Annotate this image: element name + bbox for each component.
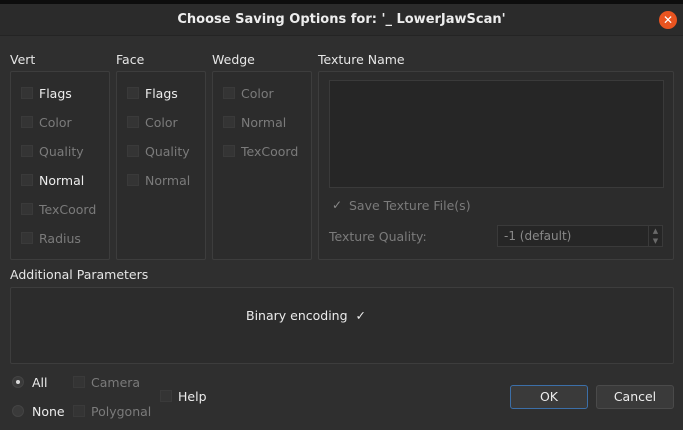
wedge-normal-checkbox: Normal (223, 113, 286, 131)
spin-down-icon: ▼ (652, 237, 659, 245)
cancel-button[interactable]: Cancel (596, 385, 674, 409)
close-button[interactable]: ✕ (659, 11, 677, 29)
help-checkbox[interactable]: Help (160, 387, 207, 405)
checkbox-icon (127, 116, 139, 128)
wedge-label: Wedge (212, 52, 255, 67)
radio-selected-icon (12, 376, 24, 388)
checkbox-icon (21, 203, 33, 215)
checkmark-icon: ✓ (331, 198, 343, 212)
texture-quality-value: -1 (default) (504, 229, 572, 243)
radio-all[interactable]: All (12, 373, 48, 391)
texture-name-list[interactable] (329, 80, 664, 188)
radio-icon (12, 405, 24, 417)
checkbox-icon (127, 174, 139, 186)
polygonal-checkbox: Polygonal (73, 402, 151, 420)
checkbox-icon (160, 390, 172, 402)
texture-name-label: Texture Name (318, 52, 405, 67)
vert-normal-checkbox[interactable]: Normal (21, 171, 84, 189)
texture-quality-label: Texture Quality: (329, 229, 427, 244)
checkbox-icon (21, 145, 33, 157)
checkbox-icon (127, 145, 139, 157)
face-normal-checkbox: Normal (127, 171, 190, 189)
checkbox-icon (21, 174, 33, 186)
vert-group: Flags Color Quality Normal TexCoord Radi… (10, 71, 110, 260)
checkbox-icon (127, 87, 139, 99)
wedge-color-checkbox: Color (223, 84, 274, 102)
checkmark-icon: ✓ (355, 307, 367, 323)
vert-label: Vert (10, 52, 36, 67)
checkbox-icon (223, 87, 235, 99)
face-flags-checkbox[interactable]: Flags (127, 84, 178, 102)
wedge-texcoord-checkbox: TexCoord (223, 142, 298, 160)
save-texture-files-checkbox: ✓ Save Texture File(s) (331, 197, 471, 213)
dialog-title: Choose Saving Options for: '_ LowerJawSc… (177, 12, 506, 27)
texture-quality-spinbox: -1 (default) ▲ ▼ (497, 225, 663, 247)
vert-texcoord-checkbox: TexCoord (21, 200, 96, 218)
checkbox-icon (223, 116, 235, 128)
ok-button[interactable]: OK (510, 385, 588, 409)
wedge-group: Color Normal TexCoord (212, 71, 312, 260)
face-label: Face (116, 52, 145, 67)
radio-none[interactable]: None (12, 402, 65, 420)
face-quality-checkbox: Quality (127, 142, 190, 160)
binary-encoding-label: Binary encoding (246, 307, 348, 323)
vert-flags-checkbox[interactable]: Flags (21, 84, 72, 102)
spin-buttons: ▲ ▼ (648, 226, 662, 246)
title-bar: Choose Saving Options for: '_ LowerJawSc… (0, 4, 683, 36)
binary-encoding-checkbox[interactable]: Binary encoding ✓ (246, 306, 366, 324)
checkbox-icon (223, 145, 235, 157)
checkbox-icon (21, 232, 33, 244)
camera-checkbox: Camera (73, 373, 140, 391)
checkbox-icon (21, 87, 33, 99)
checkbox-icon (73, 405, 85, 417)
additional-parameters-label: Additional Parameters (10, 267, 149, 282)
additional-parameters-group (10, 287, 674, 364)
spin-up-icon: ▲ (652, 227, 659, 235)
vert-radius-checkbox: Radius (21, 229, 81, 247)
checkbox-icon (73, 376, 85, 388)
face-color-checkbox: Color (127, 113, 178, 131)
face-group: Flags Color Quality Normal (116, 71, 206, 260)
vert-color-checkbox: Color (21, 113, 72, 131)
checkbox-icon (21, 116, 33, 128)
vert-quality-checkbox: Quality (21, 142, 84, 160)
